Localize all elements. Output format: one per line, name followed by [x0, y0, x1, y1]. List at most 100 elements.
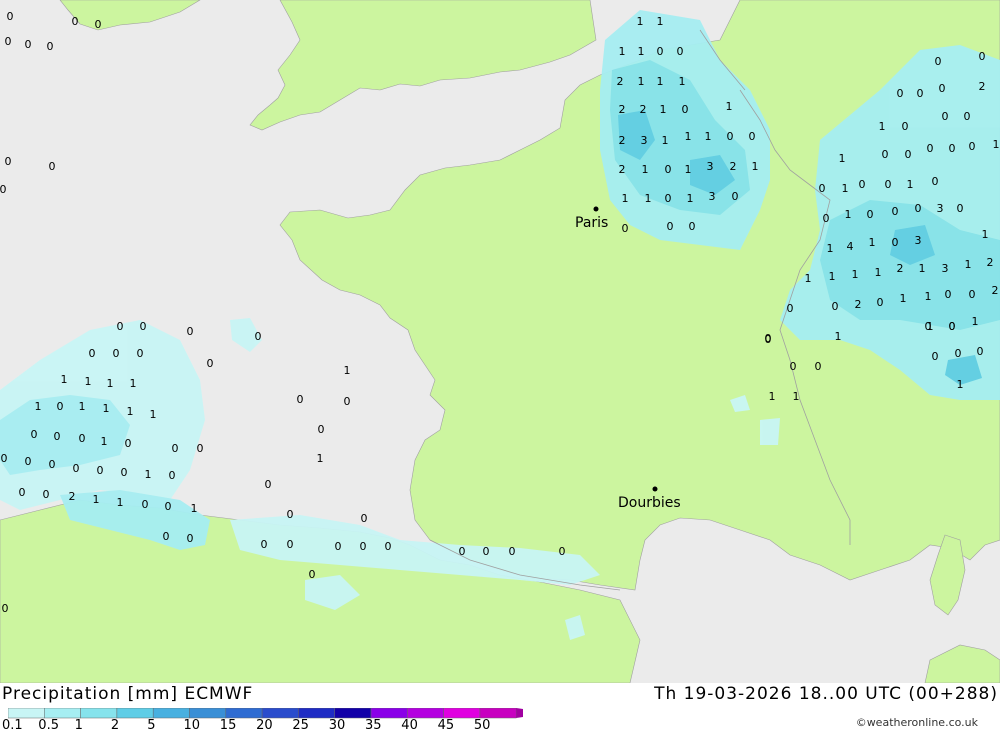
precip-value: 1 — [726, 100, 733, 113]
precip-value: 0 — [823, 212, 830, 225]
precip-value: 1 — [642, 163, 649, 176]
precip-value: 0 — [137, 347, 144, 360]
precip-value: 0 — [935, 55, 942, 68]
scale-swatch — [116, 708, 154, 719]
precip-value: 0 — [892, 205, 899, 218]
precip-value: 0 — [121, 466, 128, 479]
precip-value: 0 — [665, 192, 672, 205]
precip-value: 1 — [972, 315, 979, 328]
precip-value: 0 — [2, 602, 9, 615]
precip-value: 1 — [752, 160, 759, 173]
precip-value: 0 — [255, 330, 262, 343]
precip-value: 0 — [344, 395, 351, 408]
precip-value: 0 — [169, 469, 176, 482]
scale-label: 40 — [401, 718, 418, 733]
precip-value: 0 — [927, 142, 934, 155]
precip-value: 1 — [622, 192, 629, 205]
precip-value: 1 — [657, 75, 664, 88]
precip-value: 1 — [93, 493, 100, 506]
precip-value: 1 — [103, 402, 110, 415]
precip-value: 3 — [709, 190, 716, 203]
precip-value: 1 — [793, 390, 800, 403]
scale-label: 25 — [292, 718, 309, 733]
precip-value: 0 — [969, 140, 976, 153]
precip-value: 0 — [483, 545, 490, 558]
precip-value: 1 — [769, 390, 776, 403]
precip-value: 0 — [902, 120, 909, 133]
precip-value: 0 — [95, 18, 102, 31]
precip-value: 0 — [622, 222, 629, 235]
precipitation-map: 1 11 1 0 02 1 1 12 2 1 0 12 3 1 1 1 0 02 1 0 1 3 2 11 1 0 1 3 00 0 00 0… — [0, 0, 1000, 683]
precip-value: 2 — [897, 262, 904, 275]
precip-value: 1 — [845, 208, 852, 221]
precip-value: 0 — [385, 540, 392, 553]
precip-value: 1 — [919, 262, 926, 275]
precip-value: 0 — [5, 35, 12, 48]
precip-value: 0 — [925, 320, 932, 333]
precip-value: 0 — [187, 325, 194, 338]
precip-value: 0 — [125, 437, 132, 450]
precip-value: 0 — [1, 452, 8, 465]
precip-value: 1 — [645, 192, 652, 205]
product-title: Precipitation [mm] ECMWF — [2, 684, 254, 704]
scale-label: 5 — [147, 718, 156, 733]
scale-label: 0.1 — [2, 718, 23, 733]
precip-value: 4 — [847, 240, 854, 253]
scale-swatch — [443, 708, 481, 719]
scale-label: 45 — [437, 718, 455, 733]
scale-swatch — [152, 708, 190, 719]
precip-value: 1 — [619, 45, 626, 58]
precip-value: 0 — [977, 345, 984, 358]
precip-value: 1 — [685, 130, 692, 143]
precip-value: 0 — [917, 87, 924, 100]
scale-swatch — [80, 708, 118, 719]
precip-value: 0 — [667, 220, 674, 233]
precip-value: 1 — [965, 258, 972, 271]
precip-value: 3 — [915, 234, 922, 247]
precip-value: 1 — [660, 103, 667, 116]
precip-value: 0 — [459, 545, 466, 558]
city-marker-paris — [593, 206, 599, 212]
precip-value: 3 — [937, 202, 944, 215]
scale-swatch — [370, 708, 408, 719]
precip-value: 0 — [859, 178, 866, 191]
precip-value: 0 — [72, 15, 79, 28]
precip-value: 0 — [47, 40, 54, 53]
precip-value: 0 — [932, 350, 939, 363]
precip-value: 0 — [882, 148, 889, 161]
scale-swatch — [261, 708, 299, 719]
precip-value: 0 — [897, 87, 904, 100]
precip-value: 1 — [869, 236, 876, 249]
precip-value: 1 — [107, 377, 114, 390]
precip-value: 0 — [172, 442, 179, 455]
precip-value: 1 — [35, 400, 42, 413]
precip-value: 2 — [617, 75, 624, 88]
scale-swatch — [298, 708, 335, 719]
precip-value: 1 — [130, 377, 137, 390]
precip-value: 1 — [638, 75, 645, 88]
credit: ©weatheronline.co.uk — [855, 716, 978, 729]
scale-label: 50 — [473, 718, 491, 733]
precip-value: 0 — [877, 296, 884, 309]
precip-value: 0 — [49, 458, 56, 471]
precip-value: 1 — [191, 502, 198, 515]
precip-value: 0 — [265, 478, 272, 491]
precip-value: 0 — [939, 82, 946, 95]
precip-value: 1 — [685, 163, 692, 176]
precip-value: 1 — [127, 405, 134, 418]
precip-value: 0 — [360, 540, 367, 553]
precip-value: 0 — [163, 530, 170, 543]
precip-value: 2 — [619, 134, 626, 147]
valid-time: Th 19-03-2026 18..00 UTC (00+288) — [654, 684, 998, 704]
scale-swatch — [44, 708, 81, 719]
scale-label: 1 — [74, 718, 83, 733]
precip-value: 2 — [619, 163, 626, 176]
precip-value: 0 — [165, 500, 172, 513]
scale-label: 30 — [328, 718, 346, 733]
precip-value: 1 — [827, 242, 834, 255]
precip-value: 1 — [839, 152, 846, 165]
precip-value: 3 — [707, 160, 714, 173]
precip-value: 0 — [5, 155, 12, 168]
precip-value: 1 — [657, 15, 664, 28]
precip-value: 1 — [900, 292, 907, 305]
